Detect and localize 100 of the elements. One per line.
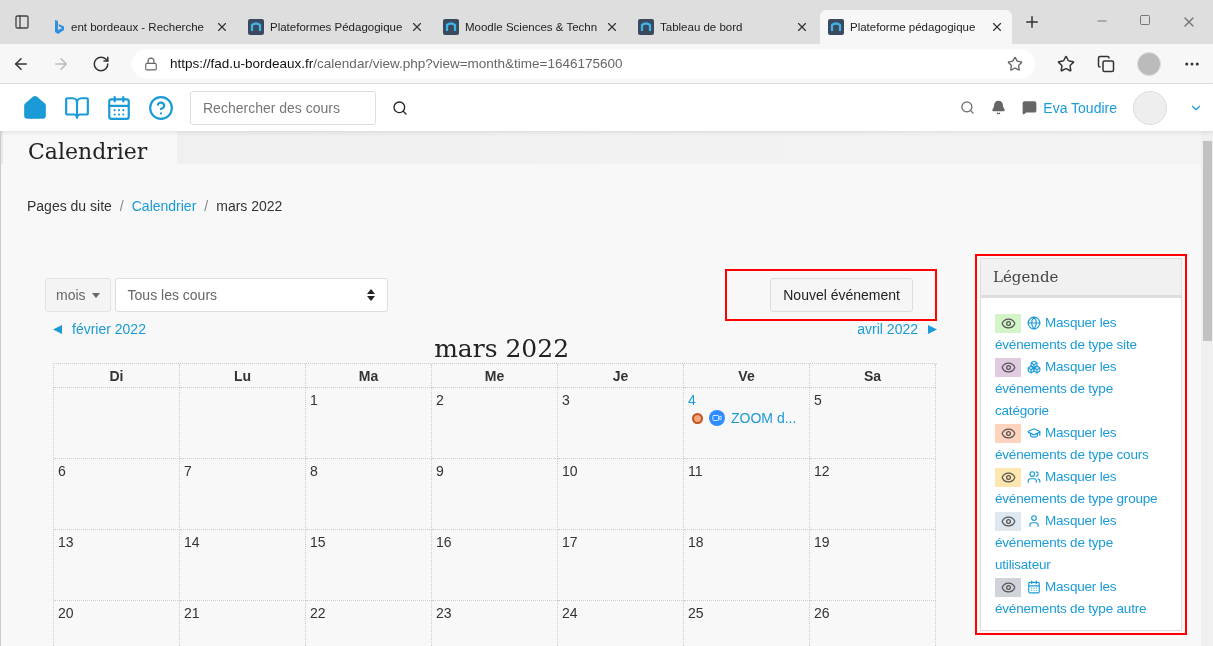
moodle-favicon-icon	[638, 19, 654, 35]
day-cell[interactable]: 11	[684, 459, 810, 530]
globe-icon	[1027, 316, 1041, 331]
moodle-favicon-icon	[248, 19, 264, 35]
sort-icon	[366, 289, 375, 301]
weekday-header: Ma	[306, 364, 432, 388]
day-number: 26	[814, 605, 830, 621]
day-cell[interactable]: 6	[54, 459, 180, 530]
day-number: 8	[310, 463, 318, 479]
browser-tab[interactable]: Plateformes Pédagogique	[240, 10, 432, 44]
page-title: Calendrier	[1, 131, 178, 164]
browser-tab[interactable]: Moodle Sciences & Techn	[435, 10, 627, 44]
month-title: mars 2022	[434, 334, 570, 363]
day-cell[interactable]: 2	[432, 388, 558, 459]
user-icon	[1027, 514, 1041, 529]
day-cell[interactable]: 5	[810, 388, 936, 459]
address-field[interactable]: https://fad.u-bordeaux.fr/calendar/view.php?view=month&time=1646175600	[132, 48, 1035, 79]
search-field[interactable]: Rechercher des cours	[190, 90, 376, 125]
weekday-header: Me	[432, 364, 558, 388]
course-event-icon	[692, 412, 703, 424]
day-cell[interactable]: 23	[432, 601, 558, 646]
day-cell[interactable]: 12	[810, 459, 936, 530]
day-cell[interactable]: 14	[180, 530, 306, 601]
day-cell[interactable]: 7	[180, 459, 306, 530]
close-icon[interactable]	[795, 20, 809, 34]
book-icon[interactable]	[64, 94, 90, 121]
day-number: 3	[562, 392, 570, 408]
day-number: 14	[184, 534, 200, 550]
day-cell[interactable]: 21	[180, 601, 306, 646]
day-number: 21	[184, 605, 200, 621]
day-number: 17	[562, 534, 578, 550]
day-number: 12	[814, 463, 830, 479]
reload-icon[interactable]	[92, 54, 110, 73]
day-number: 2	[436, 392, 444, 408]
day-number: 11	[688, 463, 703, 479]
help-icon[interactable]	[148, 94, 174, 121]
day-number: 16	[436, 534, 452, 550]
day-number: 5	[814, 392, 822, 408]
day-number: 9	[436, 463, 444, 479]
day-cell[interactable]: 20	[54, 601, 180, 646]
breadcrumb-separator: /	[204, 198, 209, 214]
favorites-icon[interactable]	[1057, 54, 1075, 73]
calendar-icon	[1027, 580, 1041, 595]
browser-tab[interactable]: ent bordeaux - Recherche	[45, 10, 237, 44]
day-cell[interactable]: 19	[810, 530, 936, 601]
maximize-icon[interactable]	[1139, 14, 1151, 26]
scrollbar[interactable]	[1201, 131, 1213, 646]
day-cell[interactable]: 18	[684, 530, 810, 601]
day-cell[interactable]: 1	[306, 388, 432, 459]
lock-icon	[144, 56, 158, 71]
view-dropdown[interactable]: mois	[45, 278, 111, 312]
legend-title: Légende	[981, 259, 1181, 298]
day-cell[interactable]: 8	[306, 459, 432, 530]
day-number: 23	[436, 605, 452, 621]
caret-icon	[91, 291, 100, 299]
star-icon[interactable]	[1007, 55, 1023, 72]
close-icon[interactable]	[215, 20, 229, 34]
browser-tab[interactable]: Tableau de bord	[630, 10, 817, 44]
day-cell[interactable]: 13	[54, 530, 180, 601]
day-number: 1	[310, 392, 318, 408]
day-number: 24	[562, 605, 578, 621]
tab-actions-icon[interactable]	[14, 14, 30, 30]
day-cell[interactable]: 15	[306, 530, 432, 601]
moodle-favicon-icon	[828, 19, 844, 35]
day-number: 22	[310, 605, 326, 621]
home-icon[interactable]	[22, 94, 48, 121]
day-cell[interactable]: 9	[432, 459, 558, 530]
browser-tab[interactable]: Plateforme pédagogique	[820, 10, 1012, 44]
close-icon[interactable]	[990, 20, 1004, 34]
day-number: 4	[688, 392, 696, 408]
chat-icon[interactable]	[1022, 100, 1038, 115]
day-number: 20	[58, 605, 74, 621]
graduation-cap-icon	[1027, 426, 1041, 441]
day-cell[interactable]: 16	[432, 530, 558, 601]
day-number: 15	[310, 534, 326, 550]
day-cell[interactable]: 3	[558, 388, 684, 459]
day-cell[interactable]: 10	[558, 459, 684, 530]
close-icon[interactable]	[605, 20, 619, 34]
day-number: 13	[58, 534, 74, 550]
calendar-icon[interactable]	[106, 94, 132, 121]
search-icon[interactable]	[392, 99, 408, 116]
breadcrumb-separator: /	[119, 198, 124, 214]
day-cell[interactable]: 24	[558, 601, 684, 646]
cubes-icon	[1027, 360, 1041, 375]
weekday-header: Ve	[684, 364, 810, 388]
new-tab-icon[interactable]	[1023, 13, 1041, 31]
day-cell[interactable]: 22	[306, 601, 432, 646]
close-icon[interactable]	[410, 20, 424, 34]
new-event-button[interactable]: Nouvel événement	[770, 278, 913, 312]
day-number: 7	[184, 463, 192, 479]
course-select[interactable]: Tous les cours	[114, 278, 388, 312]
day-cell[interactable]: 25	[684, 601, 810, 646]
left-arrow-icon	[53, 324, 62, 334]
video-icon	[709, 410, 725, 426]
bell-icon[interactable]	[991, 100, 1007, 115]
day-cell[interactable]: 26	[810, 601, 936, 646]
collections-icon[interactable]	[1097, 54, 1115, 73]
bing-favicon-icon	[53, 19, 65, 35]
weekday-header: Je	[558, 364, 684, 388]
day-cell[interactable]: 17	[558, 530, 684, 601]
